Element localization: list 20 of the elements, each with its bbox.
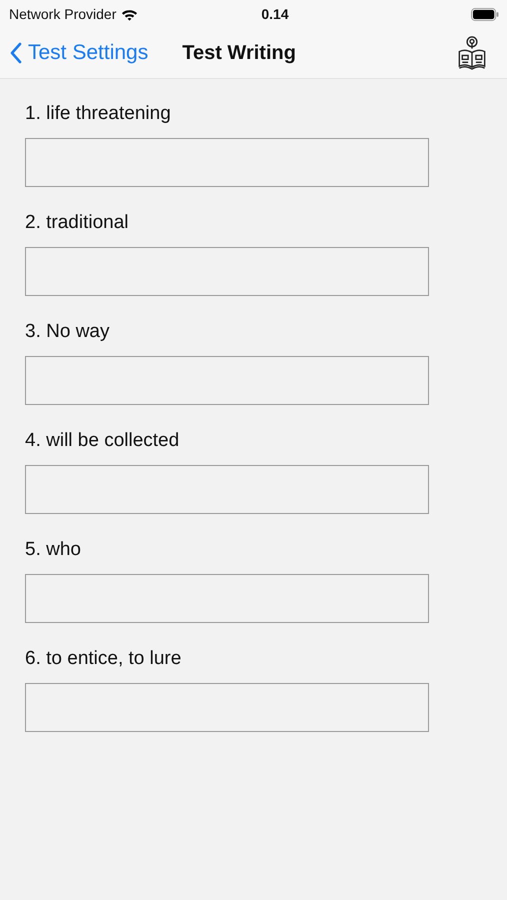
wifi-icon	[121, 8, 138, 20]
chevron-left-icon	[10, 42, 22, 64]
question-label: 1. life threatening	[25, 103, 172, 125]
answer-field[interactable]	[25, 138, 429, 187]
answer-field[interactable]	[25, 356, 429, 405]
question-label: 3. No way	[25, 321, 110, 343]
answer-field[interactable]	[25, 247, 429, 296]
question-label: 5. who	[25, 539, 82, 561]
answer-field[interactable]	[25, 683, 429, 732]
answer-field[interactable]	[25, 465, 429, 514]
question-label: 6. to entice, to lure	[25, 648, 182, 670]
screen-title: Test Writing	[182, 42, 297, 64]
carrier-name: Network Provider	[9, 6, 116, 22]
clock-time: 0.14	[260, 6, 290, 22]
book-search-icon[interactable]	[457, 34, 487, 72]
back-button[interactable]: Test Settings	[10, 41, 148, 65]
answer-field[interactable]	[25, 574, 429, 623]
battery-icon	[471, 8, 499, 20]
question-label: 2. traditional	[25, 212, 130, 234]
question-label: 4. will be collected	[25, 430, 180, 452]
